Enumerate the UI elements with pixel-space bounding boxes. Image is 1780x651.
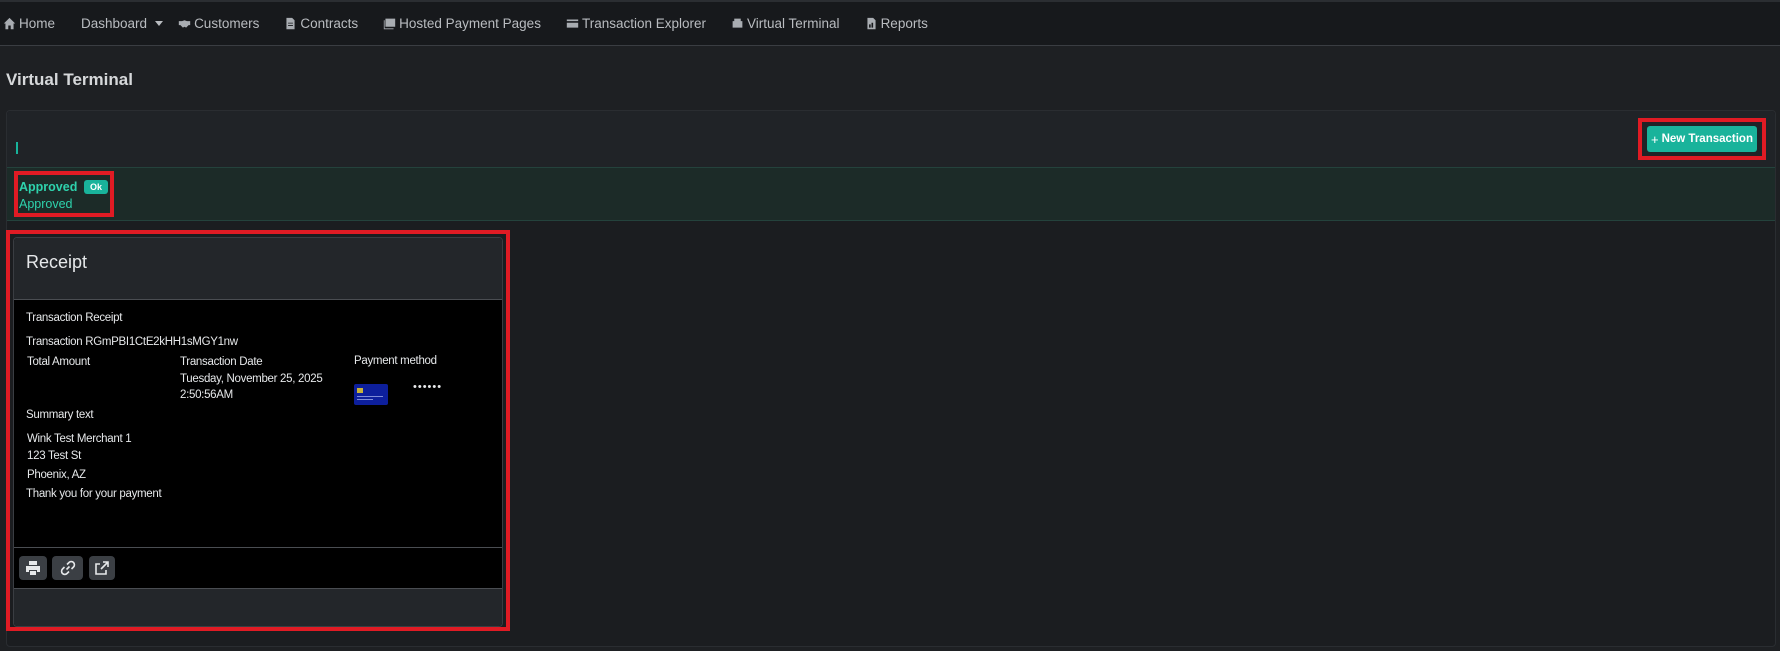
receipt-actions (14, 547, 502, 589)
home-icon (3, 17, 16, 30)
print-icon (26, 561, 40, 575)
nav-home[interactable]: Home (3, 2, 55, 45)
receipt-header: Receipt (14, 238, 502, 300)
receipt-heading: Transaction Receipt (26, 312, 123, 324)
summary-label: Summary text (26, 409, 94, 421)
pages-icon (383, 18, 396, 30)
transaction-time-value: 2:50:56AM (180, 389, 233, 401)
receipt-footer (14, 589, 502, 626)
nav-virtual-terminal[interactable]: Virtual Terminal (731, 2, 840, 45)
text-cursor (16, 142, 18, 154)
nav-transaction-explorer[interactable]: Transaction Explorer (566, 2, 706, 45)
copy-link-button[interactable] (52, 556, 83, 580)
panel-header: + New Transaction (7, 111, 1775, 167)
merchant-name: Wink Test Merchant 1 (27, 433, 132, 445)
transaction-date-value: Tuesday, November 25, 2025 (180, 373, 323, 385)
total-amount-label: Total Amount (27, 356, 90, 368)
caret-down-icon (155, 21, 164, 26)
link-icon (60, 560, 75, 576)
nav-label: Transaction Explorer (581, 16, 707, 31)
nav-label: Customers (194, 16, 260, 31)
terminal-panel: + New Transaction Approved Ok Approved R… (6, 110, 1776, 647)
receipt-highlight: Receipt Transaction Receipt Transaction … (6, 230, 510, 631)
nav-label: Reports (880, 16, 928, 31)
nav-label: Dashboard (81, 16, 148, 31)
nav-label: Home (19, 16, 56, 31)
payment-method-label: Payment method (354, 355, 437, 367)
credit-card-icon (354, 384, 388, 405)
terminal-icon (732, 18, 743, 28)
approval-alert: Approved Ok Approved (7, 167, 1775, 221)
transaction-id: Transaction RGmPBI1CtE2kHH1sMGY1nw (26, 336, 238, 348)
transaction-date-label: Transaction Date (180, 356, 263, 368)
receipt-card: Receipt Transaction Receipt Transaction … (13, 237, 503, 627)
document-icon (286, 17, 295, 30)
top-navigation: Home Dashboard Customers Contracts Hoste… (0, 0, 1780, 46)
plus-icon: + (1651, 131, 1659, 147)
nav-reports[interactable]: Reports (865, 2, 928, 45)
report-icon (867, 17, 876, 30)
page-title: Virtual Terminal (6, 70, 133, 89)
new-transaction-highlight: + New Transaction (1638, 118, 1766, 160)
new-transaction-button[interactable]: + New Transaction (1647, 126, 1757, 152)
merchant-street: 123 Test St (27, 450, 82, 462)
nav-label: Virtual Terminal (747, 16, 840, 31)
masked-card-number: •••••• (413, 381, 443, 393)
merchant-city: Phoenix, AZ (27, 469, 86, 481)
nav-customers[interactable]: Customers (178, 2, 259, 45)
status-badge: Ok (84, 180, 109, 194)
card-icon (566, 19, 579, 28)
nav-dashboard[interactable]: Dashboard (81, 2, 164, 45)
nav-label: Hosted Payment Pages (399, 16, 541, 31)
print-button[interactable] (19, 556, 47, 580)
new-transaction-label: New Transaction (1661, 133, 1753, 145)
open-external-button[interactable] (89, 556, 115, 580)
external-link-icon (95, 561, 109, 575)
handshake-icon (178, 20, 191, 28)
nav-hosted-payment-pages[interactable]: Hosted Payment Pages (383, 2, 541, 45)
alert-title: Approved (19, 180, 78, 194)
thank-you-text: Thank you for your payment (26, 488, 162, 500)
alert-message: Approved (19, 197, 73, 211)
nav-label: Contracts (300, 16, 359, 31)
nav-contracts[interactable]: Contracts (284, 2, 358, 45)
